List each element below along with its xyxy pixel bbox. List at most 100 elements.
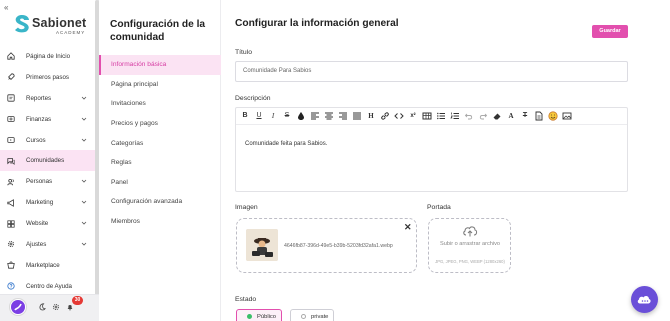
descripcion-label: Descripción: [235, 95, 271, 102]
report-icon: [7, 94, 15, 102]
align-justify-icon[interactable]: [352, 111, 362, 121]
nav-item-label: Personas: [26, 178, 53, 186]
emoji-icon[interactable]: [548, 111, 558, 121]
nav-item-finanzas[interactable]: Finanzas: [0, 109, 96, 130]
cover-dropzone[interactable]: Subir o arrastrar archivo JPG, JPEG, PNG…: [428, 218, 511, 273]
clear-format-icon[interactable]: T: [520, 111, 530, 121]
nav-item-website[interactable]: Website: [0, 213, 96, 234]
nav-item-label: Centro de Ayuda: [26, 282, 72, 290]
text-color-icon[interactable]: [296, 111, 306, 121]
sub-item-miembros[interactable]: Miembros: [99, 212, 221, 232]
sub-item-precios-pagos[interactable]: Precios y pagos: [99, 114, 221, 134]
sidebar: « Sabionet ACADEMY Página de Inicio Prim…: [0, 0, 99, 321]
sub-item-informacion-basica[interactable]: Información básica: [99, 55, 221, 75]
chevron-down-icon: [81, 138, 87, 142]
community-settings-nav: Información básica Página principal Invi…: [99, 55, 221, 231]
nav-item-label: Ajustes: [26, 240, 47, 248]
titulo-input[interactable]: Comunidade Para Sabios: [235, 61, 628, 82]
estado-publico-radio[interactable]: Público: [236, 309, 282, 321]
brand-sub: ACADEMY: [56, 30, 86, 35]
italic-icon[interactable]: I: [268, 111, 278, 121]
rocket-icon: [8, 73, 15, 81]
avatar[interactable]: [9, 298, 27, 316]
bold-icon[interactable]: B: [240, 111, 250, 121]
gear-icon: [7, 241, 15, 248]
nav-item-marketing[interactable]: Marketing: [0, 192, 96, 213]
code-icon[interactable]: [394, 111, 404, 121]
eraser-icon[interactable]: [492, 111, 502, 121]
nav-item-inicio[interactable]: Página de Inicio: [0, 46, 96, 67]
nav-item-reportes[interactable]: Reportes: [0, 88, 96, 109]
chevron-down-icon: [81, 117, 87, 121]
description-editor[interactable]: B U I S H x² A T Comunidade feita para S…: [235, 107, 628, 192]
panel-title: Configuración de la comunidad: [110, 19, 206, 43]
brand-name: Sabionet: [32, 16, 87, 30]
bullet-list-icon[interactable]: [436, 111, 446, 121]
nav-item-label: Primeros pasos: [26, 73, 69, 81]
align-right-icon[interactable]: [338, 111, 348, 121]
sub-item-invitaciones[interactable]: Invitaciones: [99, 94, 221, 114]
superscript-icon[interactable]: x²: [408, 111, 418, 121]
portada-label: Portada: [427, 204, 451, 211]
sub-item-reglas[interactable]: Reglas: [99, 153, 221, 173]
close-icon[interactable]: ✕: [404, 222, 412, 233]
nav-item-comunidades[interactable]: Comunidades: [0, 150, 96, 172]
chevron-down-icon: [81, 221, 87, 225]
nav-item-ajustes[interactable]: Ajustes: [0, 234, 96, 255]
strikethrough-icon[interactable]: S: [282, 111, 292, 121]
radio-selected-dot: [247, 314, 252, 319]
collapse-sidebar-icon[interactable]: «: [4, 3, 8, 12]
align-center-icon[interactable]: [324, 111, 334, 121]
nav-item-label: Website: [26, 220, 49, 228]
estado-private-radio[interactable]: private: [290, 309, 334, 321]
settings-icon[interactable]: [52, 303, 60, 311]
sub-item-categorias[interactable]: Categorías: [99, 133, 221, 153]
save-button[interactable]: Guardar: [592, 25, 628, 38]
nav-item-personas[interactable]: Personas: [0, 171, 96, 192]
document-icon[interactable]: [534, 111, 544, 121]
radio-label: Público: [257, 313, 277, 320]
nav-item-label: Finanzas: [26, 115, 52, 123]
moon-icon[interactable]: [38, 303, 46, 311]
bell-icon[interactable]: [66, 303, 74, 311]
heading-icon[interactable]: H: [366, 111, 376, 121]
image-preview: [246, 229, 278, 261]
website-icon: [7, 220, 15, 228]
nav-item-label: Marketing: [26, 199, 54, 207]
table-icon[interactable]: [422, 111, 432, 121]
notification-badge: 30: [72, 296, 83, 305]
community-icon: [7, 158, 15, 165]
people-icon: [7, 178, 14, 186]
align-left-icon[interactable]: [310, 111, 320, 121]
description-text: Comunidade feita para Sabios.: [245, 141, 328, 147]
sabionet-logo-icon: [15, 15, 29, 33]
help-icon: [7, 282, 15, 290]
sub-item-pagina-principal[interactable]: Página principal: [99, 75, 221, 95]
nav-item-cursos[interactable]: Cursos: [0, 130, 96, 151]
image-icon[interactable]: [562, 111, 572, 121]
help-chat-button[interactable]: [631, 286, 658, 313]
radio-label: private: [311, 313, 329, 320]
nav-item-label: Reportes: [26, 94, 52, 102]
nav-item-label: Marketplace: [26, 261, 60, 269]
image-thumbnail: [246, 229, 278, 261]
chevron-down-icon: [81, 242, 87, 246]
estado-label: Estado: [235, 296, 257, 303]
font-icon[interactable]: A: [506, 111, 516, 121]
nav-item-marketplace[interactable]: Marketplace: [0, 255, 96, 276]
sub-item-configuracion-avanzada[interactable]: Configuración avanzada: [99, 192, 221, 212]
upload-formats: JPG, JPEG, PNG, WEBP (1280x260): [435, 259, 505, 264]
underline-icon[interactable]: U: [254, 111, 264, 121]
numbered-list-icon[interactable]: [450, 111, 460, 121]
home-icon: [7, 52, 15, 61]
radio-unselected-dot: [301, 314, 306, 319]
redo-icon[interactable]: [478, 111, 488, 121]
nav-item-primeros-pasos[interactable]: Primeros pasos: [0, 67, 96, 88]
undo-icon[interactable]: [464, 111, 474, 121]
link-icon[interactable]: [380, 111, 390, 121]
logo[interactable]: Sabionet ACADEMY: [14, 15, 94, 39]
main-content: Configurar la información general Guarda…: [221, 0, 670, 321]
image-dropzone[interactable]: 4646fb87-396d-49e5-b39b-5203fd32afa1.web…: [236, 218, 417, 273]
image-file-name: 4646fb87-396d-49e5-b39b-5203fd32afa1.web…: [284, 243, 393, 249]
sub-item-panel[interactable]: Panel: [99, 173, 221, 193]
